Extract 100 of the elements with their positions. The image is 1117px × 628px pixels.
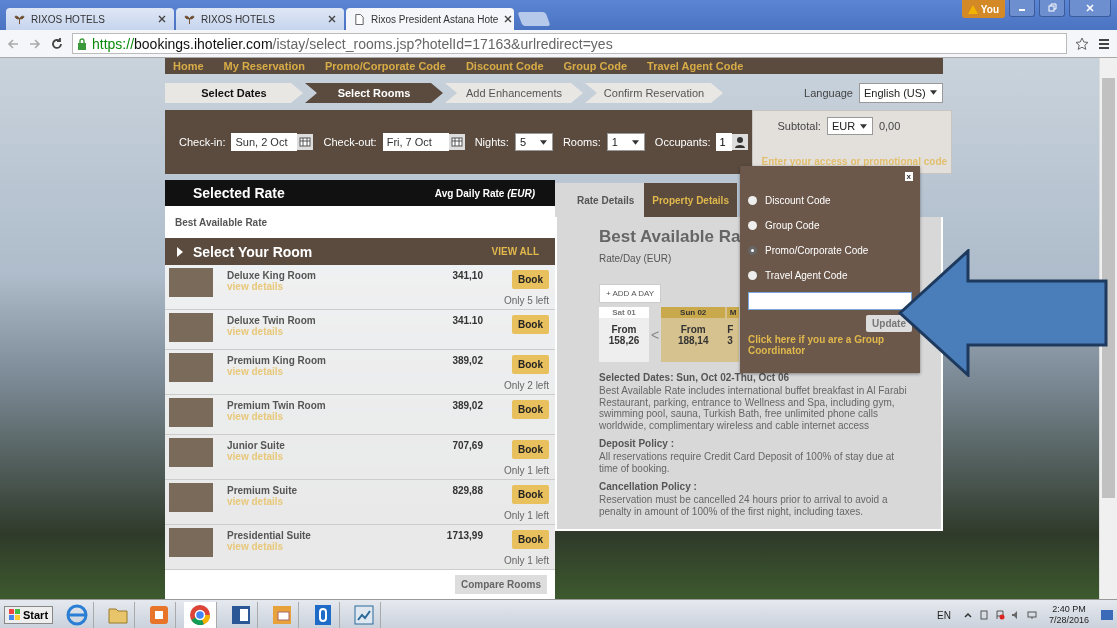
chevron-up-icon[interactable] [962, 610, 973, 620]
browser-tab[interactable]: RIXOS HOTELS [176, 8, 344, 30]
close-icon[interactable] [158, 15, 166, 23]
day-cell[interactable]: M F 3 [725, 307, 740, 362]
browser-tab[interactable]: Rixos President Astana Hote [346, 8, 514, 30]
windows-logo-icon [9, 609, 21, 621]
book-button[interactable]: Book [512, 270, 549, 289]
close-button[interactable]: x [904, 172, 913, 181]
step-tab[interactable]: Add Enhancements [445, 83, 583, 103]
address-field[interactable]: https://bookings.ihotelier.com/istay/select_rooms.jsp?hotelId=17163&urlredirect=yes [72, 33, 1067, 54]
chrome-browser-icon[interactable] [184, 602, 218, 628]
currency-select[interactable]: EUR [826, 117, 873, 135]
nights-select[interactable]: 5 [514, 133, 553, 151]
person-icon[interactable] [732, 134, 749, 150]
code-option-label[interactable]: Promo/Corporate Code [765, 245, 869, 256]
nav-link[interactable]: Discount Code [465, 60, 544, 72]
menu-icon[interactable] [1097, 36, 1111, 51]
details-tab[interactable]: Rate Details [555, 183, 645, 217]
radio-button[interactable] [748, 221, 757, 230]
step-tab[interactable]: Select Dates [165, 83, 303, 103]
triangle-icon[interactable] [177, 246, 183, 257]
day-cell[interactable]: Sun 02 From 188,14 [661, 307, 726, 362]
step-tab[interactable]: Select Rooms [305, 83, 443, 103]
room-name: Premium Suite [227, 485, 299, 496]
book-button[interactable]: Book [512, 440, 549, 459]
radio-button[interactable] [748, 271, 757, 280]
room-price: 1713,99 [445, 529, 483, 541]
subtotal-label: Subtotal: [777, 120, 821, 132]
calendar-icon[interactable] [297, 134, 314, 150]
selected-rate-title: Selected Rate [193, 185, 285, 201]
update-button[interactable]: Update [866, 315, 912, 332]
availability-text: Only 1 left [503, 510, 549, 521]
caret-icon [539, 140, 547, 145]
device-icon[interactable] [978, 610, 989, 620]
room-name: Deluxe King Room [227, 270, 317, 281]
book-button[interactable]: Book [512, 400, 549, 419]
add-day-button[interactable]: + ADD A DAY [599, 284, 662, 303]
step-tab[interactable]: Confirm Reservation [585, 83, 723, 103]
view-all-link[interactable]: VIEW ALL [491, 246, 539, 257]
close-icon[interactable] [504, 15, 513, 23]
checkin-field[interactable]: Sun, 2 Oct [231, 133, 298, 151]
nav-link[interactable]: Travel Agent Code [647, 60, 744, 72]
restore-icon [1047, 3, 1057, 13]
nights-label: Nights: [474, 136, 509, 148]
room-price: 389,02 [451, 354, 483, 366]
checkout-field[interactable]: Fri, 7 Oct [382, 133, 449, 151]
policy-title: Deposit Policy : [599, 438, 675, 449]
checkout-label: Check-out: [323, 136, 377, 148]
avg-daily-rate-label: Avg Daily Rate (EUR) [434, 187, 535, 199]
language-select[interactable]: English (US) [859, 83, 943, 103]
network-icon[interactable] [1026, 610, 1037, 620]
availability-text: Only 5 left [503, 295, 549, 306]
plant-icon [14, 13, 25, 25]
book-button[interactable]: Book [512, 485, 549, 504]
code-option-label[interactable]: Travel Agent Code [765, 270, 848, 281]
room-price: 341.10 [451, 314, 483, 326]
nav-link[interactable]: Promo/Corporate Code [324, 60, 446, 72]
code-option-label[interactable]: Group Code [765, 220, 820, 231]
nav-link[interactable]: My Reservation [223, 60, 305, 72]
group-coordinator-link[interactable]: Click here if you are a Group Coordinator [748, 334, 912, 356]
radio-button[interactable] [748, 196, 757, 205]
language-label: Language [804, 87, 853, 99]
radio-button[interactable] [748, 246, 757, 255]
minimize-button[interactable] [1009, 0, 1035, 17]
availability-text: Only 2 left [503, 380, 549, 391]
rate-description: Best Available Rate includes international buffet breakfast in Al Farabi Restaurant, parking, entrance to Wellness and Spa, including gym, swimming pool, sauna, Turkish Bath, free unlimited phone calls worldwide, complimentary wireless and cable internet access [599, 385, 908, 431]
room-name: Junior Suite [227, 440, 286, 451]
language-indicator[interactable]: EN [937, 609, 951, 621]
clock-date: 7/28/2016 [1048, 615, 1089, 626]
compare-rooms-button[interactable]: Compare Rooms [455, 575, 547, 594]
selected-dates: Selected Dates: Sun, Oct 02-Thu, Oct 06 [599, 372, 791, 383]
close-icon[interactable] [328, 15, 336, 23]
restore-button[interactable] [1039, 0, 1065, 17]
book-button[interactable]: Book [512, 355, 549, 374]
details-tab[interactable]: Property Details [644, 183, 737, 217]
book-button[interactable]: Book [512, 530, 549, 549]
code-option-label[interactable]: Discount Code [765, 195, 831, 206]
room-name: Deluxe Twin Room [227, 315, 317, 326]
nav-link[interactable]: Home [173, 60, 204, 72]
code-input-field[interactable] [748, 292, 912, 310]
close-button[interactable] [1069, 0, 1111, 17]
subtotal-amount: 0,00 [878, 120, 901, 132]
caret-icon [631, 140, 639, 145]
scrollbar[interactable] [1099, 58, 1117, 599]
room-price: 389,02 [451, 399, 483, 411]
occupants-field[interactable]: 1 [716, 133, 733, 151]
room-name: Premium Twin Room [227, 400, 327, 411]
flag-icon[interactable] [994, 610, 1005, 620]
browser-tab[interactable]: RIXOS HOTELS [6, 8, 174, 30]
book-button[interactable]: Book [512, 315, 549, 334]
room-name: Presidential Suite [227, 530, 312, 541]
star-icon[interactable] [1075, 36, 1089, 51]
nav-link[interactable]: Group Code [563, 60, 628, 72]
lock-icon [77, 37, 87, 50]
start-button[interactable]: Start [4, 606, 54, 624]
policy-text: Reservation must be cancelled 24 hours prior to arrival to avoid a penalty in amount of 100% of the first night, including taxes. [599, 494, 889, 517]
reload-icon[interactable] [50, 36, 64, 51]
page-icon [354, 13, 365, 25]
rooms-select[interactable]: 1 [606, 133, 645, 151]
day-cell[interactable]: Sat 01 From 158,26 [599, 307, 649, 362]
